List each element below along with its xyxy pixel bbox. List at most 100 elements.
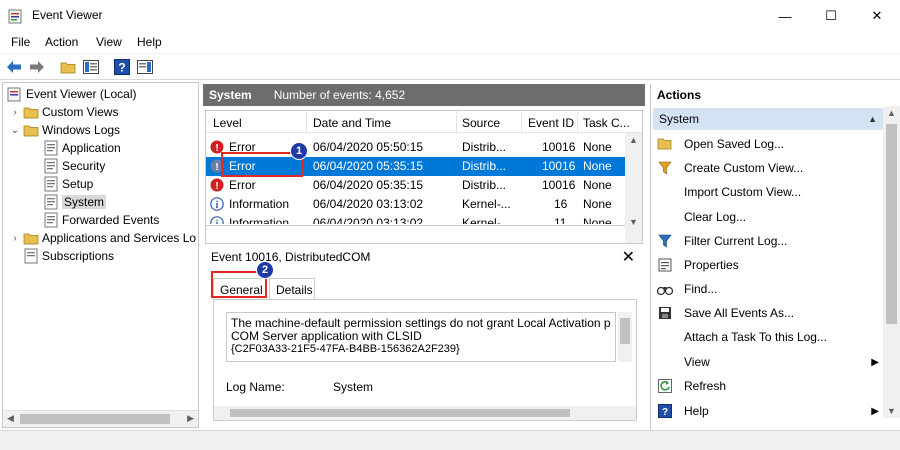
scroll-down-icon[interactable]: ▼ xyxy=(887,406,896,416)
action-help[interactable]: ? Help ▶ xyxy=(653,400,883,422)
action-save-all-events[interactable]: Save All Events As... xyxy=(653,302,883,324)
expand-chevron-icon[interactable]: › xyxy=(9,233,21,244)
action-create-custom-view[interactable]: Create Custom View... xyxy=(653,157,883,179)
event-description[interactable]: The machine-default permission settings … xyxy=(226,312,616,362)
action-clear-log[interactable]: Clear Log... xyxy=(653,206,883,228)
detail-horizontal-scrollbar[interactable] xyxy=(214,406,636,420)
scroll-thumb[interactable] xyxy=(20,414,170,424)
callout-badge-1: 1 xyxy=(290,142,308,160)
scroll-left-icon[interactable]: ◀ xyxy=(7,413,14,424)
column-source[interactable]: Source xyxy=(462,116,500,130)
cell-event-id: 10016 xyxy=(542,140,576,154)
menu-view[interactable]: View xyxy=(96,35,122,49)
log-name: System xyxy=(209,88,252,102)
scroll-up-icon[interactable]: ▲ xyxy=(629,135,638,145)
menu-file[interactable]: File xyxy=(11,35,30,49)
minimize-button[interactable]: — xyxy=(762,0,808,32)
tree-label: Windows Logs xyxy=(42,123,121,137)
description-scrollbar[interactable] xyxy=(618,312,632,362)
scroll-right-icon[interactable]: ▶ xyxy=(187,413,194,424)
tree-item-event-viewer-local[interactable]: Event Viewer (Local) xyxy=(5,85,137,103)
svg-text:!: ! xyxy=(215,181,218,192)
table-row[interactable]: i Information 06/04/2020 03:13:02 Kernel… xyxy=(206,214,626,224)
cell-datetime: 06/04/2020 03:13:02 xyxy=(313,216,424,224)
events-grid: Level Date and Time Source Event ID Task… xyxy=(205,110,643,244)
log-icon xyxy=(43,140,59,156)
events-vertical-scrollbar[interactable]: ▲ ▼ xyxy=(625,133,642,243)
tree-item-windows-logs[interactable]: ⌄ Windows Logs xyxy=(9,121,120,139)
back-arrow-icon[interactable] xyxy=(5,58,23,76)
menu-bar: File Action View Help xyxy=(0,32,900,52)
action-label: Attach a Task To this Log... xyxy=(684,330,827,344)
window-title: Event Viewer xyxy=(32,8,103,22)
close-icon[interactable]: ✕ xyxy=(622,247,635,267)
expand-chevron-icon[interactable]: › xyxy=(9,107,21,118)
navigation-tree: Event Viewer (Local) › Custom Views ⌄ Wi… xyxy=(2,82,199,428)
scroll-down-icon[interactable]: ▼ xyxy=(629,217,638,227)
forward-arrow-icon[interactable] xyxy=(28,58,46,76)
help-icon[interactable]: ? xyxy=(113,58,131,76)
svg-text:?: ? xyxy=(662,407,668,418)
tree-item-application[interactable]: Application xyxy=(41,139,121,157)
scroll-up-icon[interactable]: ▲ xyxy=(887,108,896,118)
menu-action[interactable]: Action xyxy=(45,35,78,49)
action-label: Refresh xyxy=(684,379,727,393)
action-open-saved-log[interactable]: Open Saved Log... xyxy=(653,133,883,155)
show-hide-tree-icon[interactable] xyxy=(82,58,100,76)
folder-icon xyxy=(23,104,39,120)
up-folder-icon[interactable] xyxy=(59,58,77,76)
svg-text:i: i xyxy=(216,219,219,224)
tree-horizontal-scrollbar[interactable]: ◀ ▶ xyxy=(3,410,198,427)
cell-task: None xyxy=(583,159,612,173)
subscriptions-icon xyxy=(23,248,39,264)
column-event-id[interactable]: Event ID xyxy=(528,116,574,130)
action-label: Filter Current Log... xyxy=(684,234,788,248)
collapse-up-icon[interactable]: ▲ xyxy=(868,114,877,124)
tree-item-system[interactable]: System xyxy=(41,193,107,211)
tab-details[interactable]: Details xyxy=(269,278,315,300)
action-view[interactable]: View ▶ xyxy=(653,351,883,373)
action-filter-current-log[interactable]: Filter Current Log... xyxy=(653,230,883,252)
tree-item-forwarded-events[interactable]: Forwarded Events xyxy=(41,211,159,229)
tree-label: System xyxy=(62,195,107,209)
close-button[interactable]: ✕ xyxy=(854,0,900,32)
cell-datetime: 06/04/2020 05:50:15 xyxy=(313,140,424,154)
column-task-category[interactable]: Task C... xyxy=(583,116,630,130)
action-import-custom-view[interactable]: Import Custom View... xyxy=(653,181,883,203)
maximize-button[interactable]: ☐ xyxy=(808,0,854,32)
action-label: Open Saved Log... xyxy=(684,137,785,151)
folder-icon xyxy=(23,122,39,138)
log-name-value: System xyxy=(333,380,374,394)
show-action-pane-icon[interactable] xyxy=(136,58,154,76)
collapse-chevron-icon[interactable]: ⌄ xyxy=(9,125,21,136)
action-label: Import Custom View... xyxy=(684,185,802,199)
tree-item-custom-views[interactable]: › Custom Views xyxy=(9,103,118,121)
tree-label: Forwarded Events xyxy=(62,213,160,227)
event-count: Number of events: 4,652 xyxy=(273,88,406,102)
cell-source: Distrib... xyxy=(462,159,507,173)
column-level[interactable]: Level xyxy=(213,116,242,130)
log-icon xyxy=(43,158,59,174)
tree-item-applications-and-services[interactable]: › Applications and Services Lo xyxy=(9,229,196,247)
tree-item-setup[interactable]: Setup xyxy=(41,175,93,193)
scroll-thumb[interactable] xyxy=(886,124,897,324)
folder-open-icon xyxy=(657,136,673,152)
tree-item-security[interactable]: Security xyxy=(41,157,105,175)
actions-section-system[interactable]: System ▲ xyxy=(653,108,883,130)
tree-label: Custom Views xyxy=(42,105,119,119)
column-date-time[interactable]: Date and Time xyxy=(313,116,391,130)
cell-task: None xyxy=(583,178,612,192)
menu-help[interactable]: Help xyxy=(137,35,162,49)
action-refresh[interactable]: Refresh xyxy=(653,375,883,397)
cell-event-id: 10016 xyxy=(542,178,576,192)
tree-label: Application xyxy=(62,141,121,155)
svg-text:?: ? xyxy=(118,61,125,75)
table-row[interactable]: ! Error 06/04/2020 05:35:15 Distrib... 1… xyxy=(206,176,626,195)
action-find[interactable]: Find... xyxy=(653,278,883,300)
action-attach-task[interactable]: Attach a Task To this Log... xyxy=(653,326,883,348)
error-icon: ! xyxy=(210,178,224,192)
table-row[interactable]: i Information 06/04/2020 03:13:02 Kernel… xyxy=(206,195,626,214)
actions-vertical-scrollbar[interactable]: ▲ ▼ xyxy=(883,106,900,418)
tree-item-subscriptions[interactable]: Subscriptions xyxy=(9,247,114,265)
action-properties[interactable]: Properties xyxy=(653,254,883,276)
